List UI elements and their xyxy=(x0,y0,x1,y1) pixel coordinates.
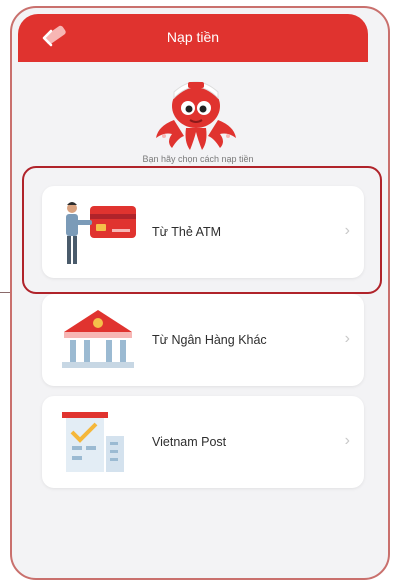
app-header: Nạp tiền xyxy=(18,14,368,62)
octopus-mascot-icon xyxy=(156,81,236,150)
option-label: Vietnam Post xyxy=(152,435,227,449)
option-atm-card[interactable]: Từ Thẻ ATM › xyxy=(42,186,364,278)
page-title: Nạp tiền xyxy=(166,29,220,45)
post-office-icon xyxy=(62,412,124,472)
chevron-right-icon: › xyxy=(344,432,350,449)
option-label: Từ Thẻ ATM xyxy=(152,225,222,239)
chevron-right-icon: › xyxy=(344,330,350,347)
atm-card-person-icon xyxy=(66,202,136,264)
chevron-right-icon: › xyxy=(344,222,350,239)
option-label: Từ Ngân Hàng Khác xyxy=(152,333,267,347)
option-other-bank[interactable]: Từ Ngân Hàng Khác › xyxy=(42,294,364,386)
bank-building-icon xyxy=(62,310,134,368)
option-vietnam-post[interactable]: Vietnam Post › xyxy=(42,396,364,488)
subtitle-text: Bạn hãy chọn cách nạp tiền xyxy=(142,154,254,164)
